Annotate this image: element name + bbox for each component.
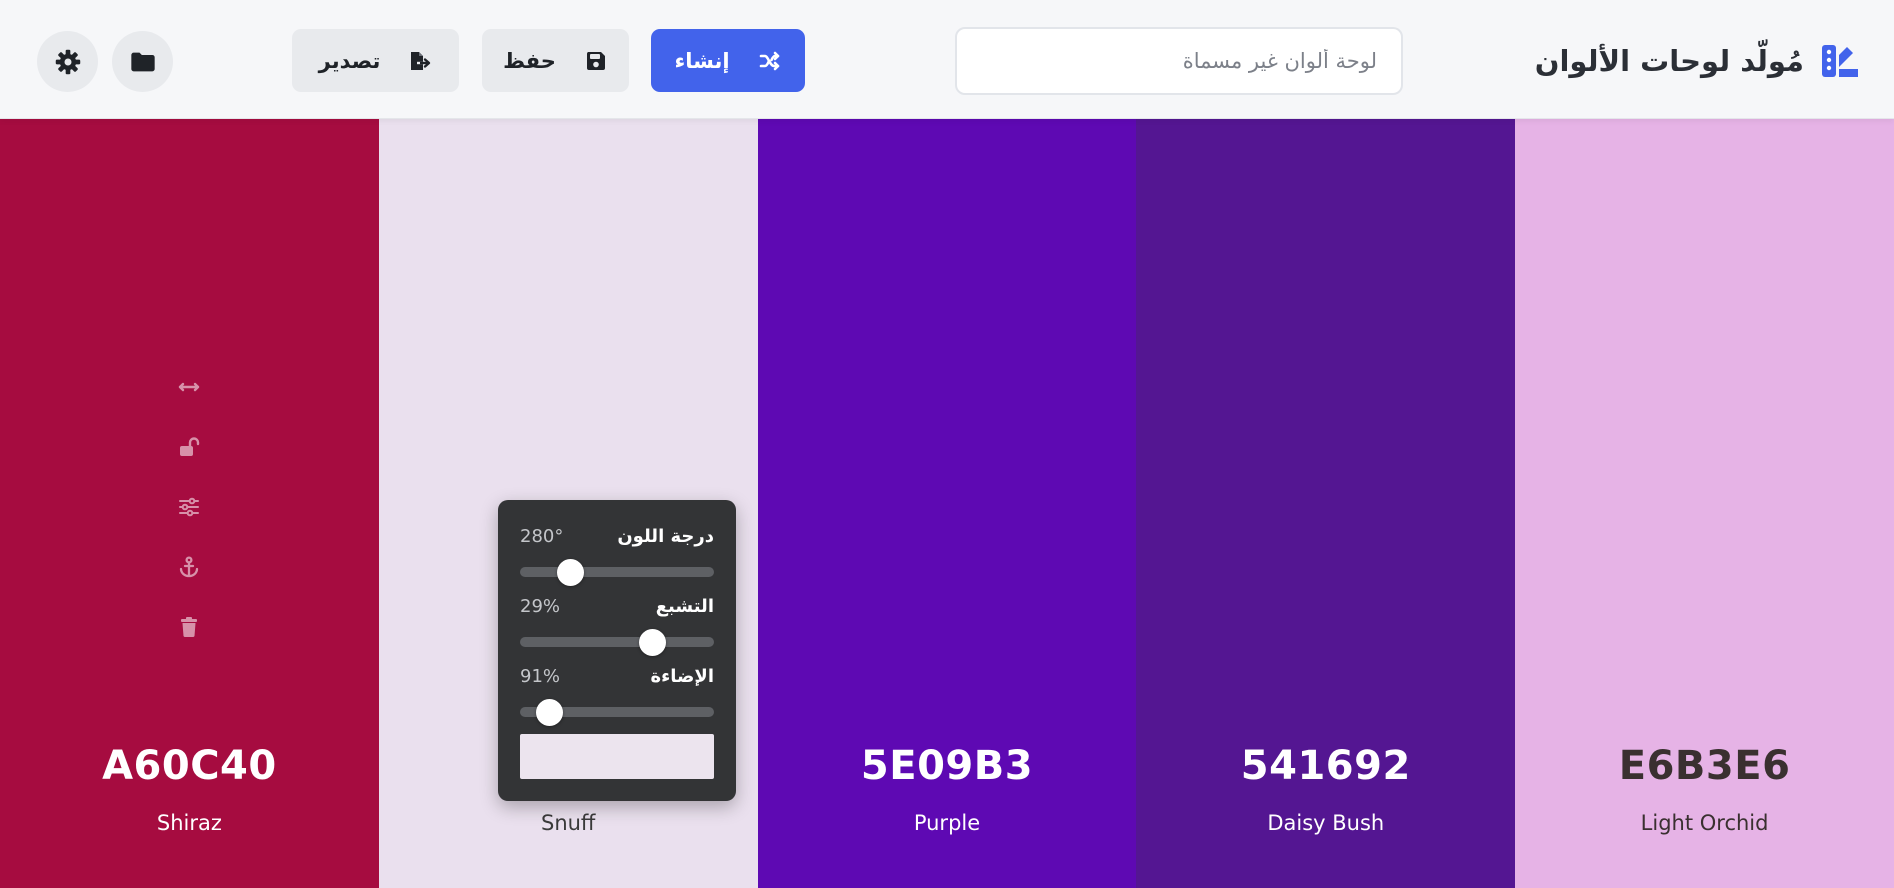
app-title: مُولّد لوحات الألوان: [1534, 44, 1804, 78]
swatch-tools: [174, 369, 204, 645]
trash-icon: [177, 615, 201, 639]
unlock-icon: [177, 435, 201, 459]
save-button[interactable]: حفظ: [482, 29, 629, 92]
export-button[interactable]: تصدير: [292, 29, 459, 92]
swatch-hex-code[interactable]: 5E09B3: [758, 743, 1137, 789]
saturation-slider[interactable]: [520, 629, 714, 656]
lightness-slider-thumb[interactable]: [536, 699, 564, 726]
lightness-label: الإضاءة: [650, 665, 714, 687]
hue-slider-thumb[interactable]: [557, 559, 585, 586]
drag-handle[interactable]: [174, 369, 204, 405]
palette-swatches: A60C40 Shiraz Snuff 5E09B3 Purple 541692…: [0, 119, 1894, 888]
swatch-color-name: Daisy Bush: [1267, 811, 1385, 835]
color-swatch-5[interactable]: E6B3E6 Light Orchid: [1515, 119, 1894, 888]
saturation-slider-thumb[interactable]: [638, 629, 666, 656]
drag-arrows-icon: [177, 375, 201, 399]
swatch-color-name: Purple: [913, 811, 981, 835]
swatch-hex-code[interactable]: E6B3E6: [1515, 743, 1894, 789]
anchor-icon: [177, 555, 201, 579]
color-swatch-1[interactable]: A60C40 Shiraz: [0, 119, 379, 888]
brand: مُولّد لوحات الألوان: [1535, 36, 1860, 86]
hue-label: درجة اللون: [617, 525, 714, 547]
hue-slider-row: درجة اللون 280°: [520, 522, 714, 592]
swatch-hex-code[interactable]: A60C40: [0, 743, 379, 789]
floppy-disk-icon: [584, 49, 608, 73]
color-swatch-4[interactable]: 541692 Daisy Bush: [1136, 119, 1516, 888]
generate-button-label: إنشاء: [674, 48, 730, 73]
settings-button[interactable]: [37, 31, 98, 92]
delete-button[interactable]: [174, 609, 204, 645]
swatch-color-name: Light Orchid: [1640, 811, 1769, 835]
saturation-slider-row: التشبع 29%: [520, 592, 714, 662]
lightness-slider-row: الإضاءة 91%: [520, 662, 714, 732]
lock-toggle[interactable]: [174, 429, 204, 465]
palette-swatch-icon: [1820, 41, 1860, 81]
generate-button[interactable]: إنشاء: [651, 29, 805, 92]
gear-icon: [54, 48, 82, 76]
color-swatch-3[interactable]: 5E09B3 Purple: [757, 119, 1137, 888]
app-header: مُولّد لوحات الألوان إنشاء حفظ تصدير: [0, 0, 1894, 119]
lightness-slider[interactable]: [520, 699, 714, 726]
anchor-toggle[interactable]: [174, 549, 204, 585]
swatch-hex-code[interactable]: 541692: [1136, 743, 1515, 789]
export-button-label: تصدير: [318, 48, 381, 73]
saturation-label: التشبع: [655, 595, 714, 617]
lightness-value: 91%: [520, 665, 561, 687]
file-export-icon: [408, 49, 432, 73]
swatch-color-name: Snuff: [540, 811, 596, 835]
save-button-label: حفظ: [503, 48, 556, 73]
palette-name-input[interactable]: [955, 27, 1403, 95]
saturation-value: 29%: [520, 595, 561, 617]
hue-value: 280°: [520, 525, 564, 547]
open-palettes-button[interactable]: [112, 31, 173, 92]
shuffle-icon: [758, 49, 782, 73]
hue-slider[interactable]: [520, 559, 714, 586]
sliders-icon: [177, 495, 201, 519]
color-preview: [520, 734, 714, 779]
folder-icon: [129, 48, 157, 76]
adjust-toggle[interactable]: [174, 489, 204, 525]
color-adjust-panel: درجة اللون 280° التشبع 29% الإضاءة 91%: [498, 500, 736, 801]
swatch-color-name: Shiraz: [156, 811, 222, 835]
